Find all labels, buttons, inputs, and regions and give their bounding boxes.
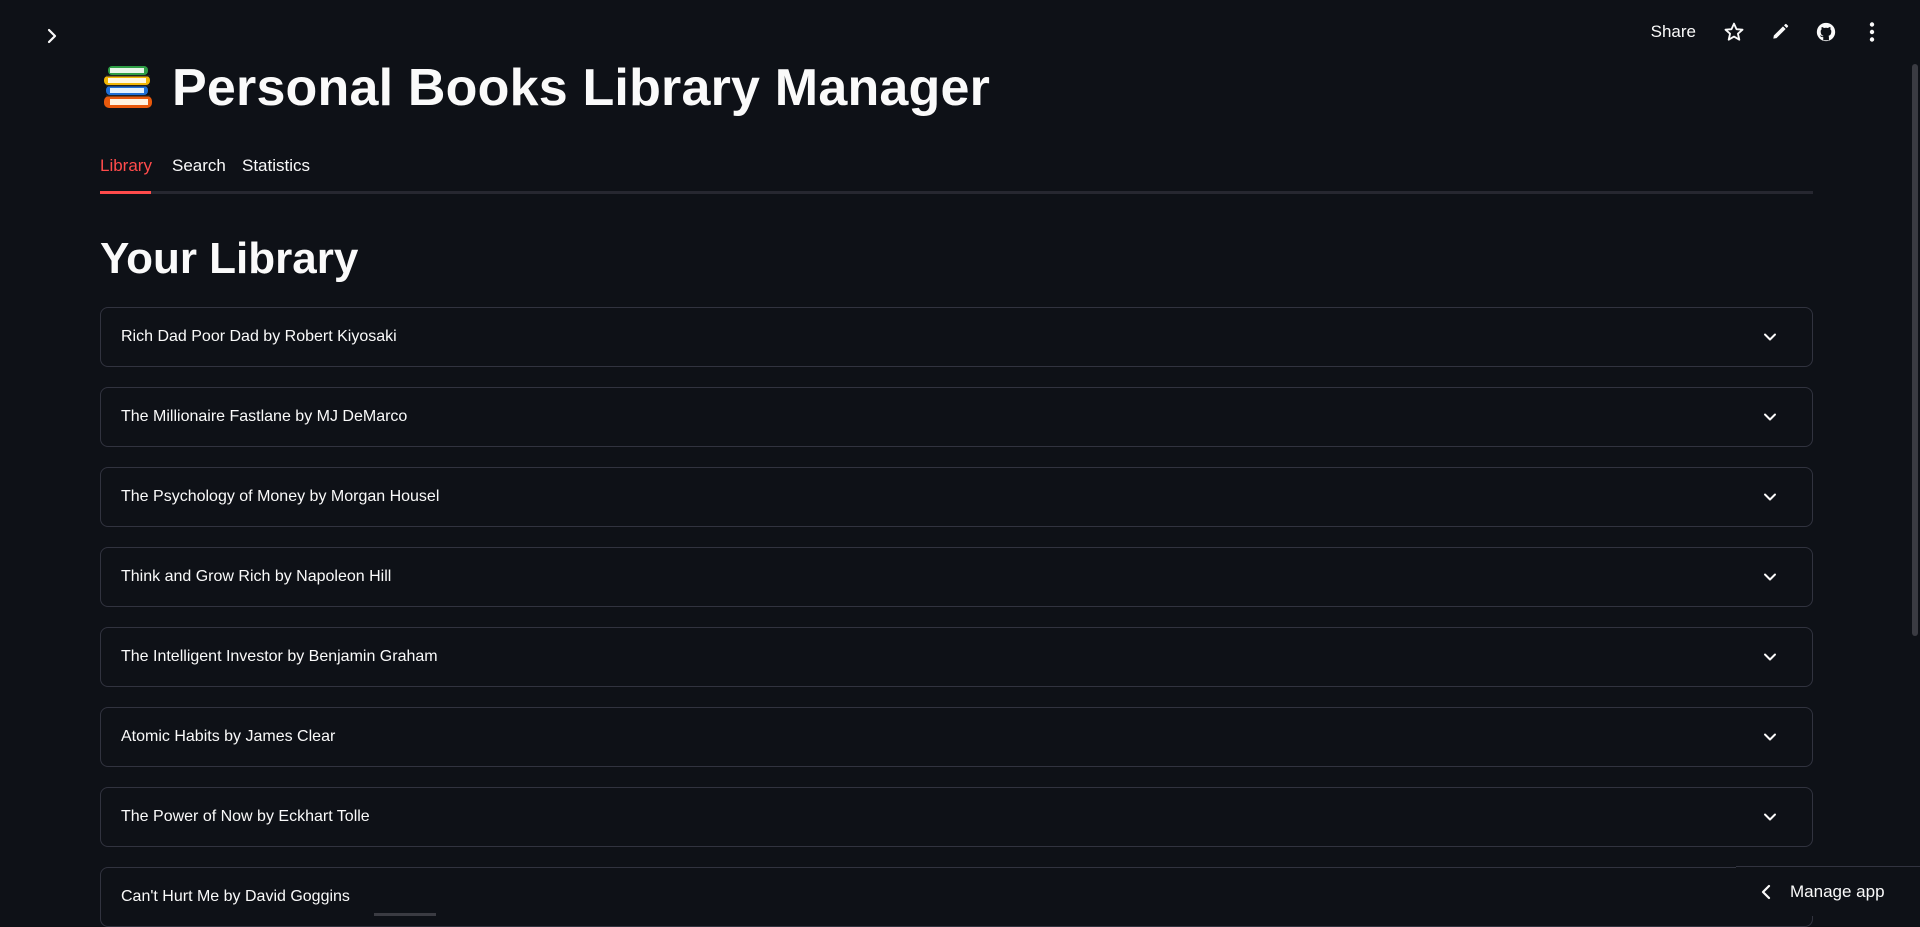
- tab-statistics[interactable]: Statistics: [242, 156, 310, 176]
- pencil-icon[interactable]: [1768, 20, 1792, 44]
- chevron-left-icon: [1760, 884, 1772, 900]
- chevron-down-icon: [1760, 407, 1780, 427]
- tab-bar: Library Search Statistics: [100, 150, 1813, 194]
- manage-app-label: Manage app: [1790, 882, 1885, 902]
- book-title: Can't Hurt Me by David Goggins: [121, 888, 1760, 906]
- manage-app-button[interactable]: Manage app: [1736, 866, 1920, 916]
- book-title: Rich Dad Poor Dad by Robert Kiyosaki: [121, 328, 1760, 346]
- book-expander[interactable]: Atomic Habits by James Clear: [100, 707, 1813, 767]
- book-expander[interactable]: The Psychology of Money by Morgan Housel: [100, 467, 1813, 527]
- book-title: The Psychology of Money by Morgan Housel: [121, 488, 1760, 506]
- book-expander[interactable]: Think and Grow Rich by Napoleon Hill: [100, 547, 1813, 607]
- share-button[interactable]: Share: [1651, 22, 1696, 42]
- book-title: The Power of Now by Eckhart Tolle: [121, 808, 1760, 826]
- books-emoji-icon: [100, 60, 156, 116]
- chevron-down-icon: [1760, 567, 1780, 587]
- section-heading: Your Library: [100, 234, 358, 284]
- kebab-menu-icon[interactable]: [1860, 20, 1884, 44]
- app-title: Personal Books Library Manager: [172, 58, 990, 118]
- tab-label: Library: [100, 156, 152, 175]
- app-toolbar: Share: [1651, 18, 1884, 46]
- vertical-scrollbar[interactable]: [1912, 64, 1918, 636]
- book-expander[interactable]: Can't Hurt Me by David Goggins: [100, 867, 1813, 927]
- book-expander[interactable]: The Power of Now by Eckhart Tolle: [100, 787, 1813, 847]
- tab-label: Statistics: [242, 156, 310, 175]
- chevron-down-icon: [1760, 727, 1780, 747]
- tab-search[interactable]: Search: [172, 156, 226, 176]
- tab-library[interactable]: Library: [100, 156, 152, 176]
- sidebar-expand-button[interactable]: [40, 24, 64, 48]
- github-icon[interactable]: [1814, 20, 1838, 44]
- book-title: The Intelligent Investor by Benjamin Gra…: [121, 648, 1760, 666]
- chevron-down-icon: [1760, 487, 1780, 507]
- chevron-down-icon: [1760, 807, 1780, 827]
- chevron-right-icon: [44, 28, 60, 44]
- book-expander[interactable]: The Millionaire Fastlane by MJ DeMarco: [100, 387, 1813, 447]
- book-title: The Millionaire Fastlane by MJ DeMarco: [121, 408, 1760, 426]
- book-title: Think and Grow Rich by Napoleon Hill: [121, 568, 1760, 586]
- page-header: Personal Books Library Manager: [100, 58, 990, 118]
- chevron-down-icon: [1760, 647, 1780, 667]
- tab-label: Search: [172, 156, 226, 175]
- chevron-down-icon: [1760, 327, 1780, 347]
- book-expander[interactable]: The Intelligent Investor by Benjamin Gra…: [100, 627, 1813, 687]
- star-icon[interactable]: [1722, 20, 1746, 44]
- book-expander[interactable]: Rich Dad Poor Dad by Robert Kiyosaki: [100, 307, 1813, 367]
- active-tab-indicator: [100, 191, 151, 194]
- book-title: Atomic Habits by James Clear: [121, 728, 1760, 746]
